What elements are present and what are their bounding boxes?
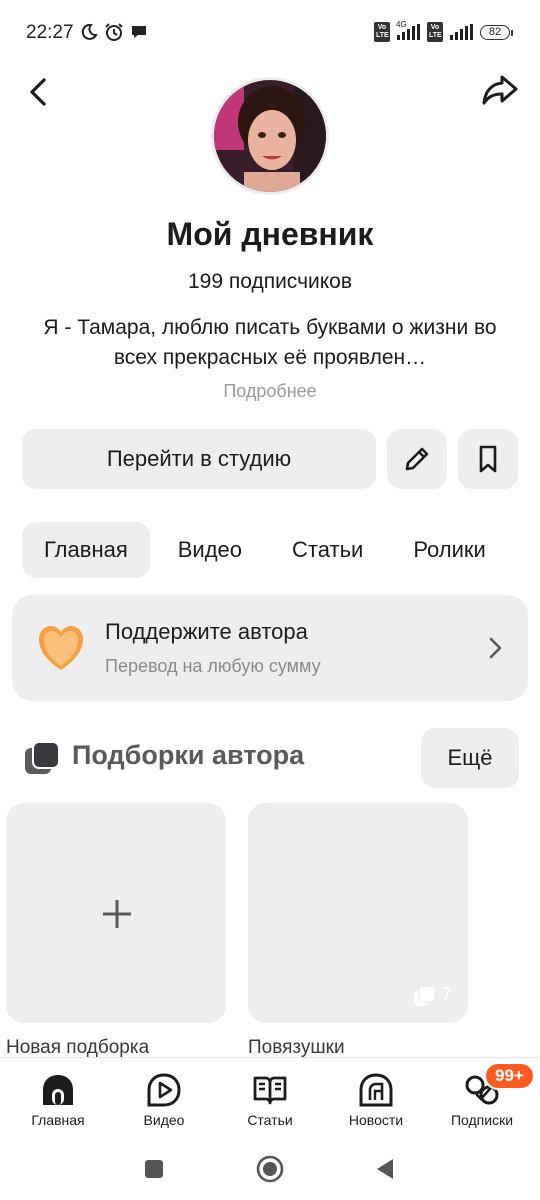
signal-icon-2: [450, 24, 473, 40]
support-subtitle: Перевод на любую сумму: [105, 656, 321, 676]
new-collection-card[interactable]: [6, 803, 226, 1023]
nav-video-label: Видео: [143, 1112, 185, 1128]
collection-card[interactable]: 7: [248, 803, 468, 1023]
collection-label: Повязушки: [248, 1037, 345, 1058]
nav-articles-label: Статьи: [247, 1112, 293, 1128]
tab-home[interactable]: Главная: [22, 522, 150, 578]
status-time: 22:27: [26, 22, 74, 43]
collections-icon: [25, 741, 60, 774]
more-link[interactable]: Подробнее: [0, 381, 540, 402]
chat-icon: [132, 26, 146, 38]
nav-news-label: Новости: [348, 1112, 404, 1128]
network-type-label: 4G: [396, 20, 407, 29]
chevron-right-icon: [489, 637, 502, 659]
support-title: Поддержите автора: [105, 619, 308, 644]
back-button[interactable]: [22, 74, 58, 110]
volte-badge: Vo LTE: [374, 22, 390, 42]
nav-subscriptions-label: Подписки: [450, 1112, 514, 1128]
page-title: Мой дневник: [166, 216, 374, 252]
back-triangle-icon[interactable]: [372, 1155, 400, 1183]
status-bar: 22:27 Vo LTE 4G Vo LTE 82: [0, 0, 540, 66]
tab-shorts[interactable]: Ролики: [391, 522, 508, 578]
system-navigation-bar: [0, 1137, 540, 1200]
avatar-photo: [214, 80, 326, 192]
bottom-navigation: Главная Видео Статьи Новости Подписки: [0, 1057, 540, 1137]
home-icon: [43, 1075, 73, 1105]
moon-icon: [81, 23, 98, 40]
nav-news[interactable]: Новости: [326, 1072, 426, 1132]
volte-badge-2: Vo LTE: [427, 22, 443, 42]
nav-articles[interactable]: Статьи: [220, 1072, 320, 1132]
profile-description: Я - Тамара, люблю писать буквами о жизни…: [43, 316, 497, 369]
recents-icon[interactable]: [140, 1155, 168, 1183]
signal-icon: 4G: [396, 20, 420, 40]
tab-video[interactable]: Видео: [156, 522, 264, 578]
nav-video[interactable]: Видео: [114, 1072, 214, 1132]
nav-home-label: Главная: [31, 1112, 85, 1128]
tab-articles[interactable]: Статьи: [270, 522, 385, 578]
stack-icon: [414, 985, 437, 1006]
share-arrow-icon: [482, 75, 518, 105]
news-icon: [359, 1073, 393, 1107]
alarm-icon: [105, 23, 123, 41]
video-icon: [147, 1073, 181, 1107]
status-right-icons: Vo LTE 4G Vo LTE 82: [374, 20, 513, 42]
edit-button[interactable]: [387, 429, 447, 489]
pencil-icon: [405, 447, 429, 471]
home-circle-icon[interactable]: [256, 1155, 284, 1183]
collection-count: 7: [413, 985, 452, 1007]
avatar[interactable]: [211, 77, 329, 195]
status-left-icons: [80, 22, 148, 42]
heart-icon: [39, 626, 83, 670]
subscribers-count: 199 подписчиков: [187, 270, 352, 293]
support-author-card[interactable]: Поддержите автора Перевод на любую сумму: [12, 595, 528, 701]
nav-home[interactable]: Главная: [8, 1072, 108, 1132]
plus-icon: [103, 900, 131, 928]
collections-title: Подборки автора: [72, 740, 305, 770]
share-button[interactable]: [480, 72, 520, 108]
articles-icon: [253, 1076, 287, 1105]
collection-count-value: 7: [441, 985, 452, 1006]
tab-bar: Главная Видео Статьи Ролики: [22, 522, 514, 578]
chevron-left-icon: [30, 78, 46, 106]
bookmark-button[interactable]: [458, 429, 518, 489]
bookmark-icon: [479, 445, 497, 473]
new-collection-label: Новая подборка: [6, 1037, 150, 1058]
battery-icon: 82: [480, 24, 513, 40]
studio-button[interactable]: Перейти в студию: [22, 429, 376, 489]
more-collections-button[interactable]: Ещё: [421, 728, 519, 788]
notification-badge: 99+: [484, 1062, 535, 1090]
